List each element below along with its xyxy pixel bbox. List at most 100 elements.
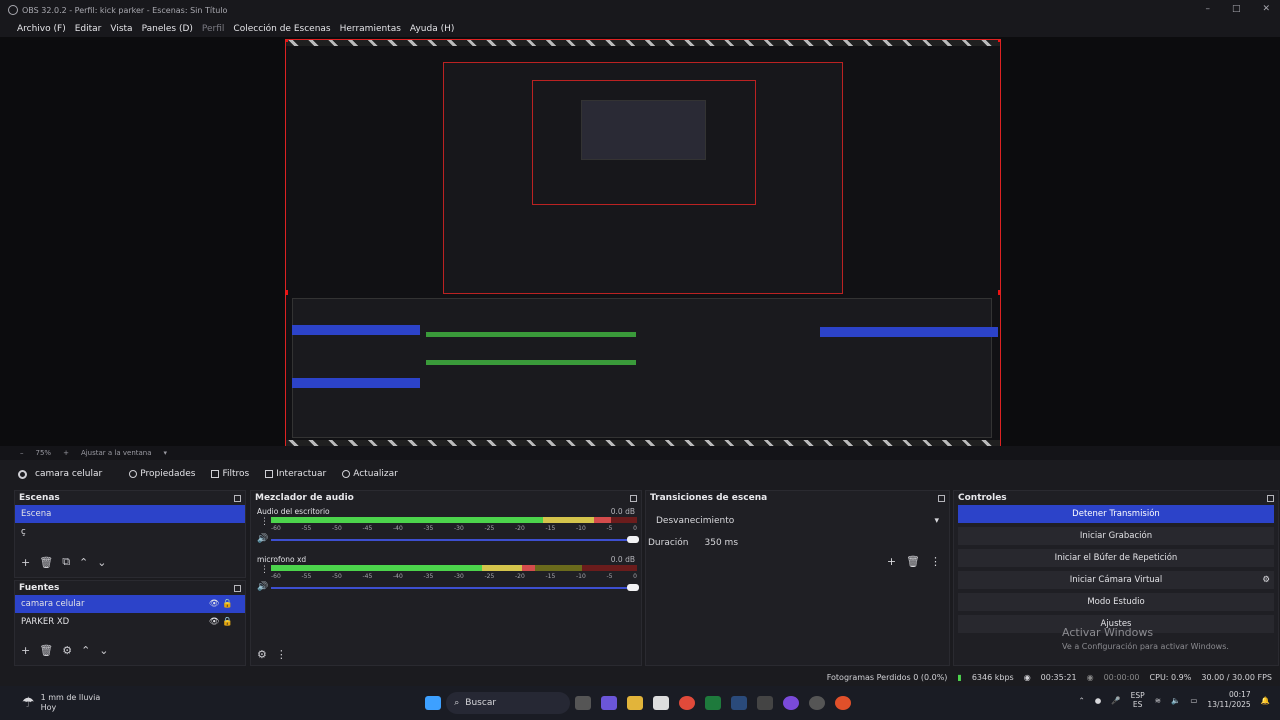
menu-paneles[interactable]: Paneles (D) [142, 24, 193, 34]
resize-handle-ml[interactable] [286, 290, 288, 295]
speaker-icon[interactable]: 🔊 [257, 534, 268, 544]
undock-icon[interactable] [630, 494, 637, 502]
excel-icon[interactable] [705, 696, 722, 710]
notification-icon[interactable]: 🔔 [1261, 696, 1270, 705]
filters-button[interactable]: Filtros [206, 466, 254, 482]
properties-label: Propiedades [140, 469, 196, 479]
tick-label: -40 [393, 573, 403, 580]
clock[interactable]: 00:17 13/11/2025 [1207, 690, 1250, 710]
source-item[interactable]: PARKER XD 👁 🔒 [15, 613, 245, 631]
kebab-menu-icon[interactable]: ⋮ [260, 565, 269, 575]
menu-ayuda[interactable]: Ayuda (H) [410, 24, 454, 34]
slider-knob[interactable] [627, 536, 639, 543]
tick-label: 0 [633, 525, 637, 532]
taskbar-search[interactable]: ⌕ Buscar [446, 692, 571, 714]
add-scene-icon[interactable]: + [21, 556, 30, 569]
undock-icon[interactable] [1267, 494, 1274, 502]
app-red-icon[interactable] [835, 696, 852, 710]
kebab-menu-icon[interactable]: ⋮ [930, 555, 941, 568]
speaker-icon[interactable]: 🔊 [257, 582, 268, 592]
scene-item[interactable]: ç [15, 523, 245, 541]
mic-icon[interactable]: 🎤 [1111, 696, 1120, 705]
start-recording-button[interactable]: Iniciar Grabación [958, 527, 1274, 545]
volume-icon[interactable]: 🔈 [1171, 696, 1180, 705]
preview-canvas[interactable] [285, 39, 1001, 447]
maximize-icon[interactable]: □ [1232, 4, 1241, 14]
resize-handle-mr[interactable] [998, 290, 1000, 295]
battery-icon[interactable]: ▭ [1190, 696, 1197, 705]
replay-buffer-button[interactable]: Iniciar el Búfer de Repetición [958, 549, 1274, 567]
undock-icon[interactable] [938, 494, 945, 502]
transition-select[interactable]: Desvanecimiento ▾ [652, 513, 943, 529]
zoom-fit-dropdown[interactable]: Ajustar a la ventana [81, 449, 152, 457]
undock-icon[interactable] [234, 494, 241, 502]
task-view-icon[interactable] [575, 696, 592, 710]
move-down-icon[interactable]: ⌄ [99, 644, 108, 657]
eye-icon[interactable]: 👁 🔒 [209, 599, 233, 609]
resize-handle-tr[interactable] [998, 40, 1000, 42]
scene-item[interactable]: Escena [15, 505, 245, 523]
close-icon[interactable]: ✕ [1262, 4, 1270, 14]
tick-label: -55 [301, 525, 312, 532]
menu-editar[interactable]: Editar [75, 24, 102, 34]
obs-taskbar-icon[interactable] [809, 696, 826, 710]
weather-icon[interactable]: ☂ [22, 695, 35, 711]
menu-vista[interactable]: Vista [110, 24, 132, 34]
chrome-icon[interactable] [679, 696, 696, 710]
taskbar-center: ⌕ Buscar [420, 692, 856, 714]
gear-icon[interactable]: ⚙ [1262, 575, 1270, 585]
menu-herramientas[interactable]: Herramientas [340, 24, 401, 34]
kebab-menu-icon[interactable]: ⋮ [260, 517, 269, 527]
studio-mode-button[interactable]: Modo Estudio [958, 593, 1274, 611]
resize-handle-tl[interactable] [286, 40, 288, 42]
gear-icon[interactable]: ⚙ [62, 644, 72, 657]
undock-icon[interactable] [234, 584, 241, 592]
move-up-icon[interactable]: ⌃ [79, 556, 88, 569]
app-icon[interactable] [757, 696, 774, 710]
move-down-icon[interactable]: ⌄ [97, 556, 106, 569]
slider-knob[interactable] [627, 584, 639, 591]
browser-icon[interactable] [783, 696, 800, 710]
trash-icon[interactable]: 🗑 [906, 555, 920, 568]
steam-icon[interactable] [731, 696, 748, 710]
tick-label: -30 [454, 525, 464, 532]
menu-archivo[interactable]: Archivo (F) [17, 24, 66, 34]
add-source-icon[interactable]: + [21, 644, 30, 657]
trash-icon[interactable]: 🗑 [39, 556, 53, 569]
stop-streaming-button[interactable]: Detener Transmisión [958, 505, 1274, 523]
preview-area[interactable] [0, 37, 1280, 447]
duration-input[interactable]: 350 ms [705, 538, 739, 548]
eye-icon[interactable]: 👁 🔒 [209, 617, 233, 627]
windows-start-icon[interactable] [425, 696, 442, 710]
virtual-camera-button[interactable]: Iniciar Cámara Virtual ⚙ [958, 571, 1274, 589]
menu-coleccion-escenas[interactable]: Colección de Escenas [233, 24, 330, 34]
weather-widget[interactable]: 1 mm de lluvia Hoy [41, 693, 101, 713]
properties-button[interactable]: Propiedades [124, 466, 200, 482]
move-up-icon[interactable]: ⌃ [81, 644, 90, 657]
interact-button[interactable]: Interactuar [260, 466, 331, 482]
menu-perfil[interactable]: Perfil [202, 24, 225, 34]
tray-expand-icon[interactable]: ⌃ [1078, 696, 1084, 705]
nested-control-active [820, 327, 998, 337]
copilot-icon[interactable] [601, 696, 618, 710]
refresh-button[interactable]: Actualizar [337, 466, 403, 482]
advanced-audio-icon[interactable]: ⚙ [257, 648, 267, 661]
sources-title-bar: Fuentes [15, 581, 245, 595]
zoom-in-button[interactable]: + [63, 449, 69, 457]
tray-app-icon[interactable]: ● [1095, 696, 1102, 705]
zoom-out-button[interactable]: – [20, 449, 24, 457]
file-explorer-icon[interactable] [627, 696, 644, 710]
kebab-menu-icon[interactable]: ⋮ [276, 648, 287, 661]
scene-filters-icon[interactable]: ⧉ [62, 555, 70, 569]
source-item[interactable]: camara celular 👁 🔒 [15, 595, 245, 613]
trash-icon[interactable]: 🗑 [39, 644, 53, 657]
wifi-icon[interactable]: ≋ [1155, 696, 1161, 705]
volume-slider[interactable] [271, 536, 639, 543]
minimize-icon[interactable]: – [1205, 4, 1210, 14]
add-transition-icon[interactable]: + [887, 555, 896, 568]
language-indicator[interactable]: ESP ES [1131, 691, 1145, 709]
chevron-down-icon[interactable]: ▾ [164, 449, 168, 457]
store-icon[interactable] [653, 696, 670, 710]
volume-slider[interactable] [271, 584, 639, 591]
tick-label: 0 [633, 573, 637, 580]
